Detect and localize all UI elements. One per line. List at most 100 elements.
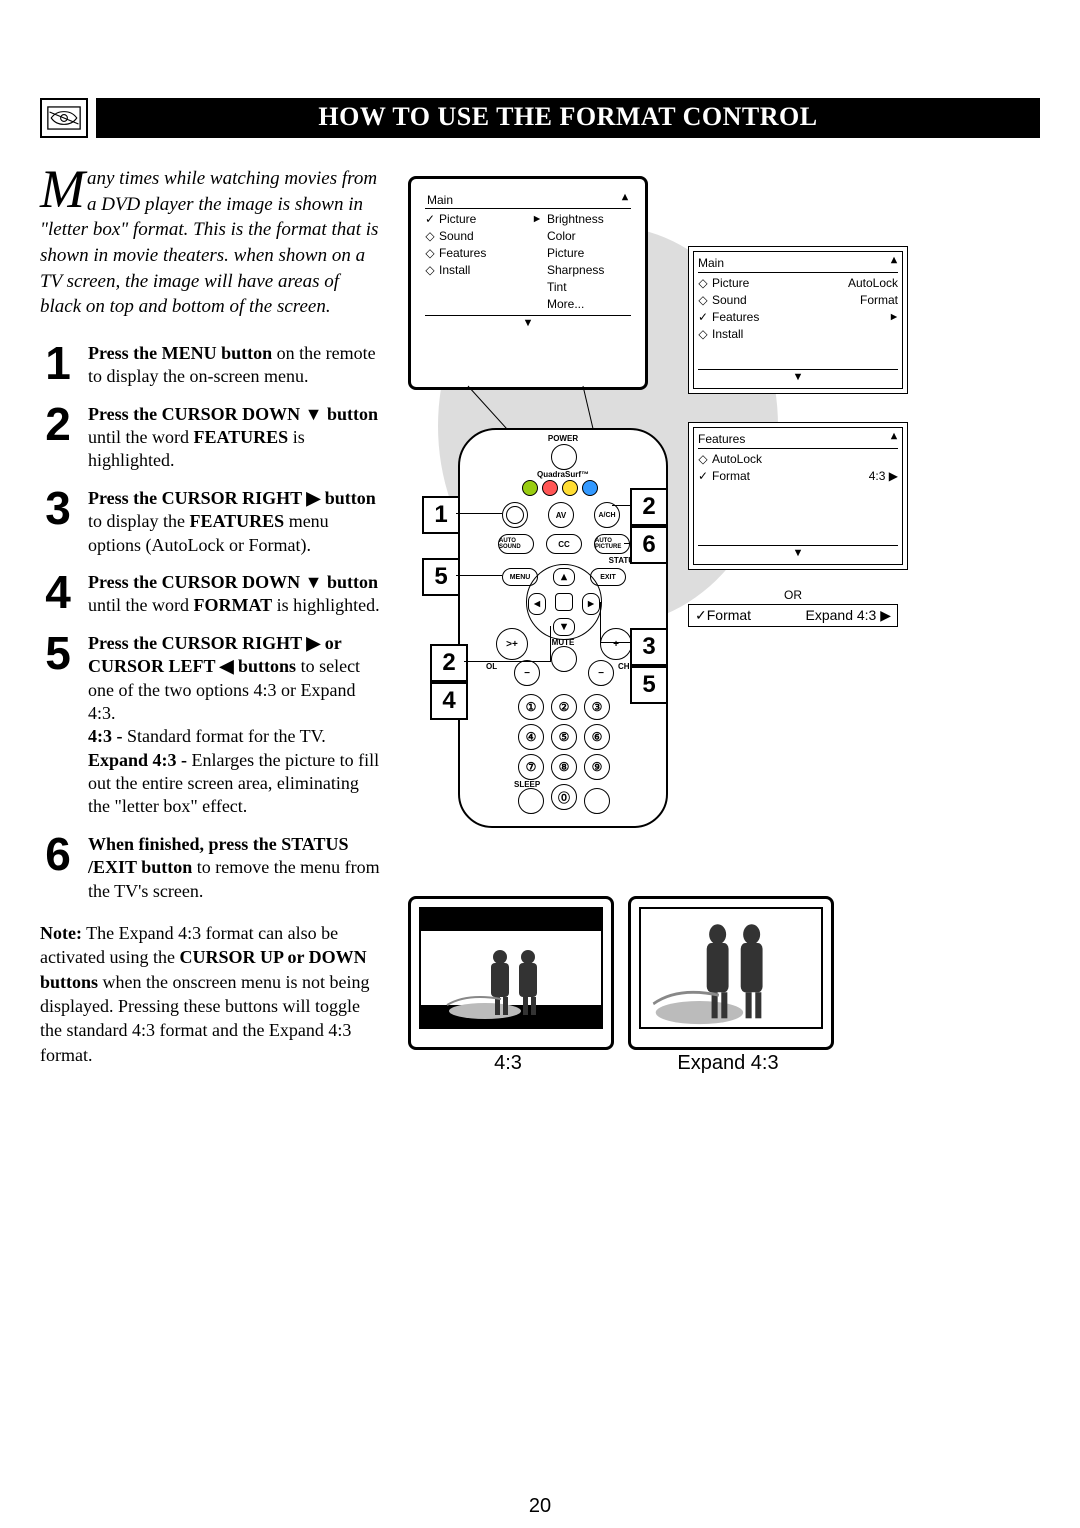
beam-lines xyxy=(408,166,708,466)
quadrasurf-button[interactable] xyxy=(542,480,558,496)
cursor-ok-button[interactable] xyxy=(555,593,573,611)
step-2: 2 Press the CURSOR DOWN ▼ button until t… xyxy=(40,403,384,473)
callout-6: 6 xyxy=(630,526,668,564)
panel-item: Features xyxy=(712,310,759,324)
auto-sound-button[interactable]: AUTO SOUND xyxy=(498,534,534,554)
sample-expand xyxy=(628,896,834,1050)
step-number: 3 xyxy=(40,485,76,557)
digit-4-button[interactable]: ④ xyxy=(518,724,544,750)
panel-item: Sound xyxy=(712,293,747,307)
panel-value: AutoLock xyxy=(848,276,898,290)
auto-picture-button[interactable]: AUTO PICTURE xyxy=(594,534,630,554)
dropcap: M xyxy=(40,166,87,214)
mute-button[interactable] xyxy=(551,646,577,672)
sleep-button[interactable] xyxy=(518,788,544,814)
format-bar: ✓Format Expand 4:3 ▶ xyxy=(688,604,898,627)
step-3: 3 Press the CURSOR RIGHT ▶ button to dis… xyxy=(40,487,384,557)
step-text: Press the CURSOR RIGHT ▶ button xyxy=(88,488,376,508)
callout-2: 2 xyxy=(630,488,668,526)
blank-button[interactable] xyxy=(584,788,610,814)
step-text: Press the MENU button xyxy=(88,343,272,363)
digit-6-button[interactable]: ⑥ xyxy=(584,724,610,750)
step-text: FEATURES xyxy=(194,427,289,447)
step-text: FORMAT xyxy=(194,595,273,615)
page-number: 20 xyxy=(0,1495,1080,1518)
triangle-right-icon xyxy=(890,313,898,321)
cc-button[interactable]: CC xyxy=(546,534,582,554)
digit-9-button[interactable]: ⑨ xyxy=(584,754,610,780)
triangle-up-icon xyxy=(890,432,898,440)
power-label: POWER xyxy=(458,434,668,443)
vol-down-button[interactable]: − xyxy=(514,660,540,686)
page-title: HOW TO USE THE FORMAT CONTROL xyxy=(96,98,1040,138)
digit-1-button[interactable]: ① xyxy=(518,694,544,720)
format-bar-left: ✓Format xyxy=(695,607,751,624)
brand-label: QuadraSurf™ xyxy=(458,470,668,479)
quadrasurf-button[interactable] xyxy=(582,480,598,496)
triangle-down-icon xyxy=(794,549,802,557)
sample-4-3-label: 4:3 xyxy=(408,1052,608,1075)
step-4: 4 Press the CURSOR DOWN ▼ button until t… xyxy=(40,571,384,618)
digit-5-button[interactable]: ⑤ xyxy=(551,724,577,750)
digit-2-button[interactable]: ② xyxy=(551,694,577,720)
step-text: until the word xyxy=(88,427,194,447)
sample-4-3 xyxy=(408,896,614,1050)
check-icon: ✓ xyxy=(698,469,708,483)
step-text: Press the CURSOR DOWN ▼ button xyxy=(88,404,378,424)
quadrasurf-button[interactable] xyxy=(522,480,538,496)
panel-item: AutoLock xyxy=(712,452,762,466)
step-text: to display the xyxy=(88,511,190,531)
digit-8-button[interactable]: ⑧ xyxy=(551,754,577,780)
ch-down-button[interactable]: − xyxy=(588,660,614,686)
step-text: Expand 4:3 - xyxy=(88,750,192,770)
triangle-up-icon xyxy=(890,256,898,264)
quadrasurf-button[interactable] xyxy=(562,480,578,496)
av-button[interactable]: AV xyxy=(548,502,574,528)
step-text: is highlighted. xyxy=(272,595,380,615)
format-bar-right: Expand 4:3 ▶ xyxy=(806,607,892,624)
step-1: 1 Press the MENU button on the remote to… xyxy=(40,342,384,389)
cursor-left-button[interactable] xyxy=(528,593,546,615)
intro-body: any times while watching movies from a D… xyxy=(40,168,378,317)
cursor-down-button[interactable] xyxy=(553,618,575,636)
cursor-up-button[interactable] xyxy=(553,568,575,586)
panel-features: Features ◇AutoLock ✓Format4:3 ▶ xyxy=(688,422,908,570)
callout-5: 5 xyxy=(422,558,460,596)
step-6: 6 When finished, press the STATUS /EXIT … xyxy=(40,833,384,903)
ch-label: CH xyxy=(618,662,630,671)
step-text: FEATURES xyxy=(190,511,285,531)
digit-7-button[interactable]: ⑦ xyxy=(518,754,544,780)
step-text: Standard format for the TV. xyxy=(127,726,326,746)
title-bar: HOW TO USE THE FORMAT CONTROL xyxy=(40,98,1040,138)
sample-expand-label: Expand 4:3 xyxy=(628,1052,828,1075)
step-number: 4 xyxy=(40,569,76,618)
step-number: 5 xyxy=(40,630,76,819)
step-number: 2 xyxy=(40,401,76,473)
panel-value: 4:3 ▶ xyxy=(869,469,898,483)
power-button[interactable] xyxy=(551,444,577,470)
note-text: Note: The Expand 4:3 format can also be … xyxy=(40,921,384,1067)
callout-4: 4 xyxy=(430,682,468,720)
panel-main-features: Main ◇PictureAutoLock ◇SoundFormat ✓Feat… xyxy=(688,246,908,394)
step-text: Press the CURSOR DOWN ▼ button xyxy=(88,572,378,592)
panel-item: Install xyxy=(712,327,743,341)
callout-2b: 2 xyxy=(430,644,468,682)
panel-item: Picture xyxy=(712,276,749,290)
digit-3-button[interactable]: ③ xyxy=(584,694,610,720)
step-text: 4:3 - xyxy=(88,726,127,746)
note-lead: Note: xyxy=(40,923,82,943)
step-number: 1 xyxy=(40,340,76,389)
step-number: 6 xyxy=(40,831,76,903)
callout-3: 3 xyxy=(630,628,668,666)
digit-0-button[interactable]: ⓪ xyxy=(551,784,577,810)
callout-5b: 5 xyxy=(630,666,668,704)
or-label: OR xyxy=(688,588,898,602)
cursor-right-button[interactable] xyxy=(582,593,600,615)
panel-value: Format xyxy=(860,293,898,307)
intro-text: M any times while watching movies from a… xyxy=(40,166,384,320)
callout-1: 1 xyxy=(422,496,460,534)
vol-label: OL xyxy=(486,662,497,671)
step-5: 5 Press the CURSOR RIGHT ▶ or CURSOR LEF… xyxy=(40,632,384,819)
brand-icon xyxy=(40,98,88,138)
triangle-down-icon xyxy=(794,373,802,381)
